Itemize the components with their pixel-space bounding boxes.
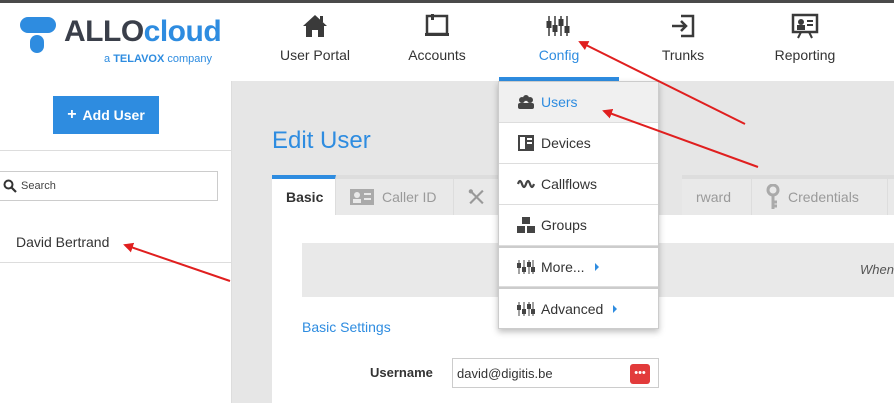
tab-advanced-tools[interactable] xyxy=(454,175,500,215)
plus-icon: + xyxy=(67,106,77,123)
tab-basic[interactable]: Basic xyxy=(272,175,336,215)
menu-item-users[interactable]: Users xyxy=(499,82,658,123)
home-icon xyxy=(303,15,327,37)
callflows-icon xyxy=(517,179,535,189)
tools-icon xyxy=(468,189,484,205)
search-icon xyxy=(3,179,17,193)
sliders-icon xyxy=(546,16,570,36)
nav-accounts[interactable]: Accounts xyxy=(392,3,482,81)
username-field[interactable]: ••• xyxy=(452,358,659,388)
accounts-icon xyxy=(425,14,449,36)
menu-item-devices[interactable]: Devices xyxy=(499,123,658,164)
nav-reporting[interactable]: Reporting xyxy=(762,3,848,81)
key-icon xyxy=(766,184,780,209)
divider xyxy=(0,262,231,263)
password-dots-icon[interactable]: ••• xyxy=(630,364,650,384)
page-title: Edit User xyxy=(272,127,371,154)
sidebar: + Add User David Bertrand xyxy=(0,81,232,403)
search-box[interactable] xyxy=(0,171,218,201)
tab-forward[interactable]: rward xyxy=(682,175,752,215)
section-basic-settings[interactable]: Basic Settings xyxy=(302,319,391,335)
menu-item-callflows[interactable]: Callflows xyxy=(499,164,658,205)
config-dropdown-menu: Users Devices Callflows Groups More... A… xyxy=(498,81,659,329)
users-icon xyxy=(518,95,534,109)
tab-caller-id[interactable]: Caller ID xyxy=(336,175,454,215)
user-list-item[interactable]: David Bertrand xyxy=(16,234,109,250)
brand-tagline: a TELAVOX company xyxy=(104,53,213,65)
submenu-caret-icon xyxy=(594,263,599,271)
top-header: ALLOcloud a TELAVOX company User Portal … xyxy=(0,3,894,81)
tab-credentials[interactable]: Credentials xyxy=(752,175,888,215)
trunk-login-icon xyxy=(672,14,695,38)
search-input[interactable] xyxy=(21,176,211,196)
nav-user-portal[interactable]: User Portal xyxy=(268,3,362,81)
id-card-icon xyxy=(350,189,374,205)
brand-wordmark: ALLOcloud xyxy=(64,15,222,48)
nav-config[interactable]: Config xyxy=(499,3,619,81)
devices-icon xyxy=(518,135,534,151)
menu-item-groups[interactable]: Groups xyxy=(499,205,658,246)
groups-icon xyxy=(517,217,535,233)
sliders-icon xyxy=(517,260,535,274)
menu-item-advanced[interactable]: Advanced xyxy=(499,287,658,328)
submenu-caret-icon xyxy=(613,304,618,313)
sliders-icon xyxy=(517,301,535,316)
username-input[interactable] xyxy=(457,364,625,382)
username-label: Username xyxy=(370,365,433,380)
brand-logo[interactable]: ALLOcloud a TELAVOX company xyxy=(20,15,230,75)
divider xyxy=(0,150,231,151)
nav-trunks[interactable]: Trunks xyxy=(643,3,723,81)
presentation-icon xyxy=(791,13,819,39)
menu-item-more[interactable]: More... xyxy=(499,246,658,287)
tab-more[interactable] xyxy=(888,175,894,215)
allocloud-logo-icon xyxy=(20,17,56,53)
add-user-button[interactable]: + Add User xyxy=(53,96,159,134)
